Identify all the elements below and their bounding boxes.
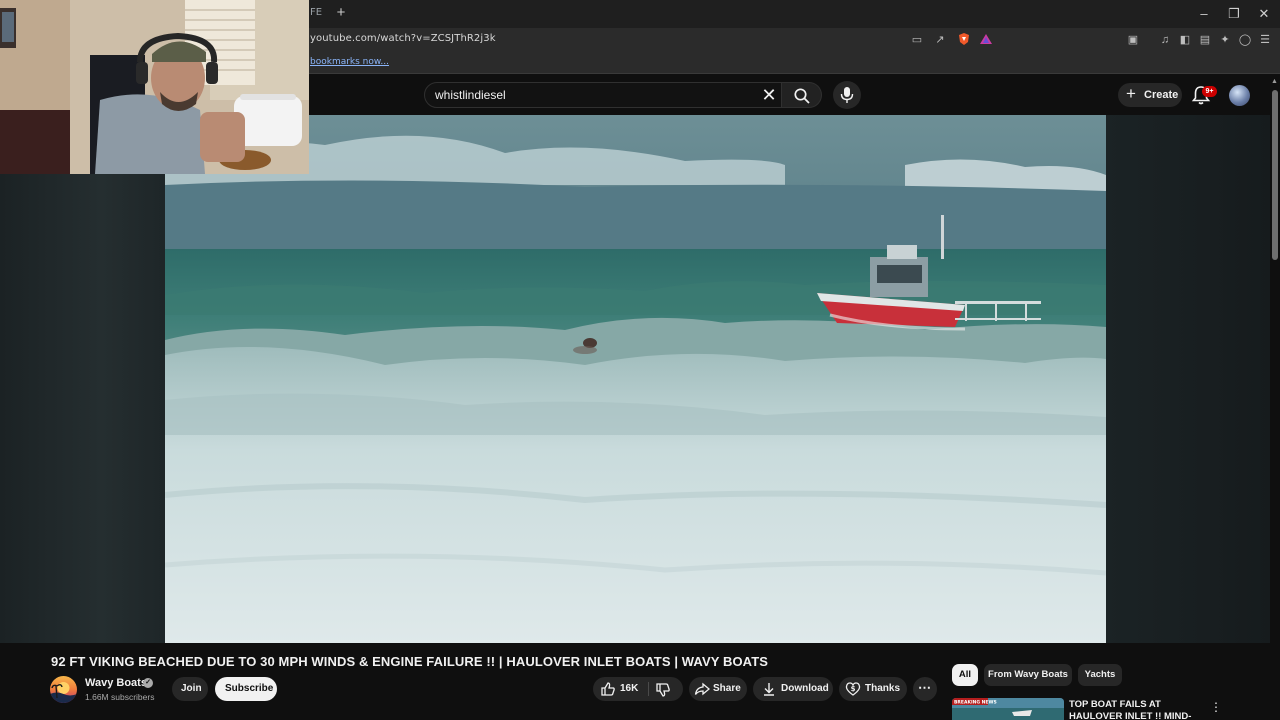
webcam-overlay xyxy=(0,0,309,174)
channel-logo-icon xyxy=(50,682,77,703)
more-dots-icon: ⋯ xyxy=(918,680,931,695)
share-button[interactable]: Share xyxy=(689,677,747,701)
new-tab-button[interactable]: + xyxy=(334,4,348,22)
chip-yachts[interactable]: Yachts xyxy=(1078,664,1122,686)
video-title: 92 FT VIKING BEACHED DUE TO 30 MPH WINDS… xyxy=(51,654,769,669)
chip-from-channel[interactable]: From Wavy Boats xyxy=(984,664,1072,686)
wallet-icon[interactable]: ▤ xyxy=(1197,32,1213,48)
scroll-up-arrow-icon[interactable]: ▲ xyxy=(1271,78,1279,86)
more-actions-button[interactable]: ⋯ xyxy=(913,677,937,701)
chip-all-label: All xyxy=(958,669,972,680)
subscribe-label: Subscribe xyxy=(225,683,274,694)
close-icon[interactable]: ✕ xyxy=(1255,5,1273,23)
download-button[interactable]: Download xyxy=(753,677,833,701)
chip-from-channel-label: From Wavy Boats xyxy=(988,669,1068,680)
vpn-icon[interactable]: ◯ xyxy=(1237,32,1253,48)
search-query[interactable]: whistlindiesel xyxy=(435,88,506,102)
download-label: Download xyxy=(781,683,829,694)
recommended-more-menu-icon[interactable]: ⋮ xyxy=(1210,698,1222,716)
thumbs-up-icon[interactable] xyxy=(600,681,616,697)
chip-yachts-label: Yachts xyxy=(1084,669,1116,680)
page-scrollbar-thumb[interactable] xyxy=(1272,90,1278,260)
account-avatar[interactable] xyxy=(1229,85,1250,106)
share-arrow-icon xyxy=(694,682,710,696)
download-icon xyxy=(764,683,774,696)
like-count[interactable]: 16K xyxy=(620,683,638,694)
search-input[interactable]: whistlindiesel ✕ xyxy=(424,82,782,108)
import-bookmarks-link[interactable]: bookmarks now... xyxy=(310,57,389,67)
plus-icon: + xyxy=(1126,84,1136,103)
recommended-video-thumbnail[interactable]: BREAKING NEWS xyxy=(952,698,1064,720)
create-button[interactable]: + Create xyxy=(1118,83,1182,107)
leo-ai-icon[interactable]: ✦ xyxy=(1217,32,1233,48)
brave-rewards-icon[interactable] xyxy=(978,32,994,48)
player-ambient-right xyxy=(1106,115,1270,643)
thanks-heart-dollar-icon: $ xyxy=(845,682,861,696)
chip-all[interactable]: All xyxy=(952,664,978,686)
menu-icon[interactable]: ☰ xyxy=(1257,32,1273,48)
restore-icon[interactable]: ❐ xyxy=(1225,5,1243,23)
search-icon xyxy=(794,88,810,104)
notification-count-badge: 9+ xyxy=(1202,86,1217,97)
tab-title-fragment[interactable]: FE xyxy=(310,7,322,18)
thanks-button[interactable]: $ Thanks xyxy=(839,677,907,701)
thumb-badge-text: BREAKING NEWS xyxy=(954,700,997,706)
like-dislike-group: 16K xyxy=(593,677,683,701)
channel-avatar[interactable] xyxy=(50,676,77,703)
channel-name[interactable]: Wavy Boats xyxy=(85,677,147,689)
screenshot-icon[interactable]: ▣ xyxy=(1125,32,1141,48)
media-icon[interactable]: ♫ xyxy=(1157,32,1173,48)
clear-search-icon[interactable]: ✕ xyxy=(759,85,779,105)
cast-icon[interactable]: ▭ xyxy=(909,32,925,48)
minimize-icon[interactable]: – xyxy=(1195,5,1213,23)
sidebar-icon[interactable]: ◧ xyxy=(1177,32,1193,48)
microphone-icon xyxy=(840,87,854,103)
thumbs-down-icon[interactable] xyxy=(655,682,671,698)
recommended-thumbnail-image: BREAKING NEWS xyxy=(952,698,1064,720)
join-button[interactable]: Join xyxy=(172,677,208,701)
subscribe-button[interactable]: Subscribe xyxy=(215,677,277,701)
share-label: Share xyxy=(713,683,741,694)
video-frame-image xyxy=(165,115,1106,643)
webcam-image xyxy=(0,0,309,174)
recommended-video-title[interactable]: TOP BOAT FAILS AT HAULOVER INLET !! MIND… xyxy=(1069,699,1209,720)
url-text[interactable]: youtube.com/watch?v=ZCSJThR2j3k xyxy=(310,33,496,44)
search-button[interactable] xyxy=(782,82,822,108)
create-label: Create xyxy=(1144,89,1179,101)
thanks-label: Thanks xyxy=(865,683,901,694)
voice-search-button[interactable] xyxy=(833,81,861,109)
verified-check-icon: ✓ xyxy=(143,678,153,688)
brave-shield-icon[interactable] xyxy=(956,32,972,48)
subscriber-count: 1.66M subscribers xyxy=(85,692,155,702)
share-icon[interactable]: ↗ xyxy=(932,32,948,48)
join-label: Join xyxy=(181,683,202,694)
svg-text:$: $ xyxy=(851,685,856,693)
like-divider xyxy=(648,682,649,696)
video-player[interactable] xyxy=(165,115,1106,643)
